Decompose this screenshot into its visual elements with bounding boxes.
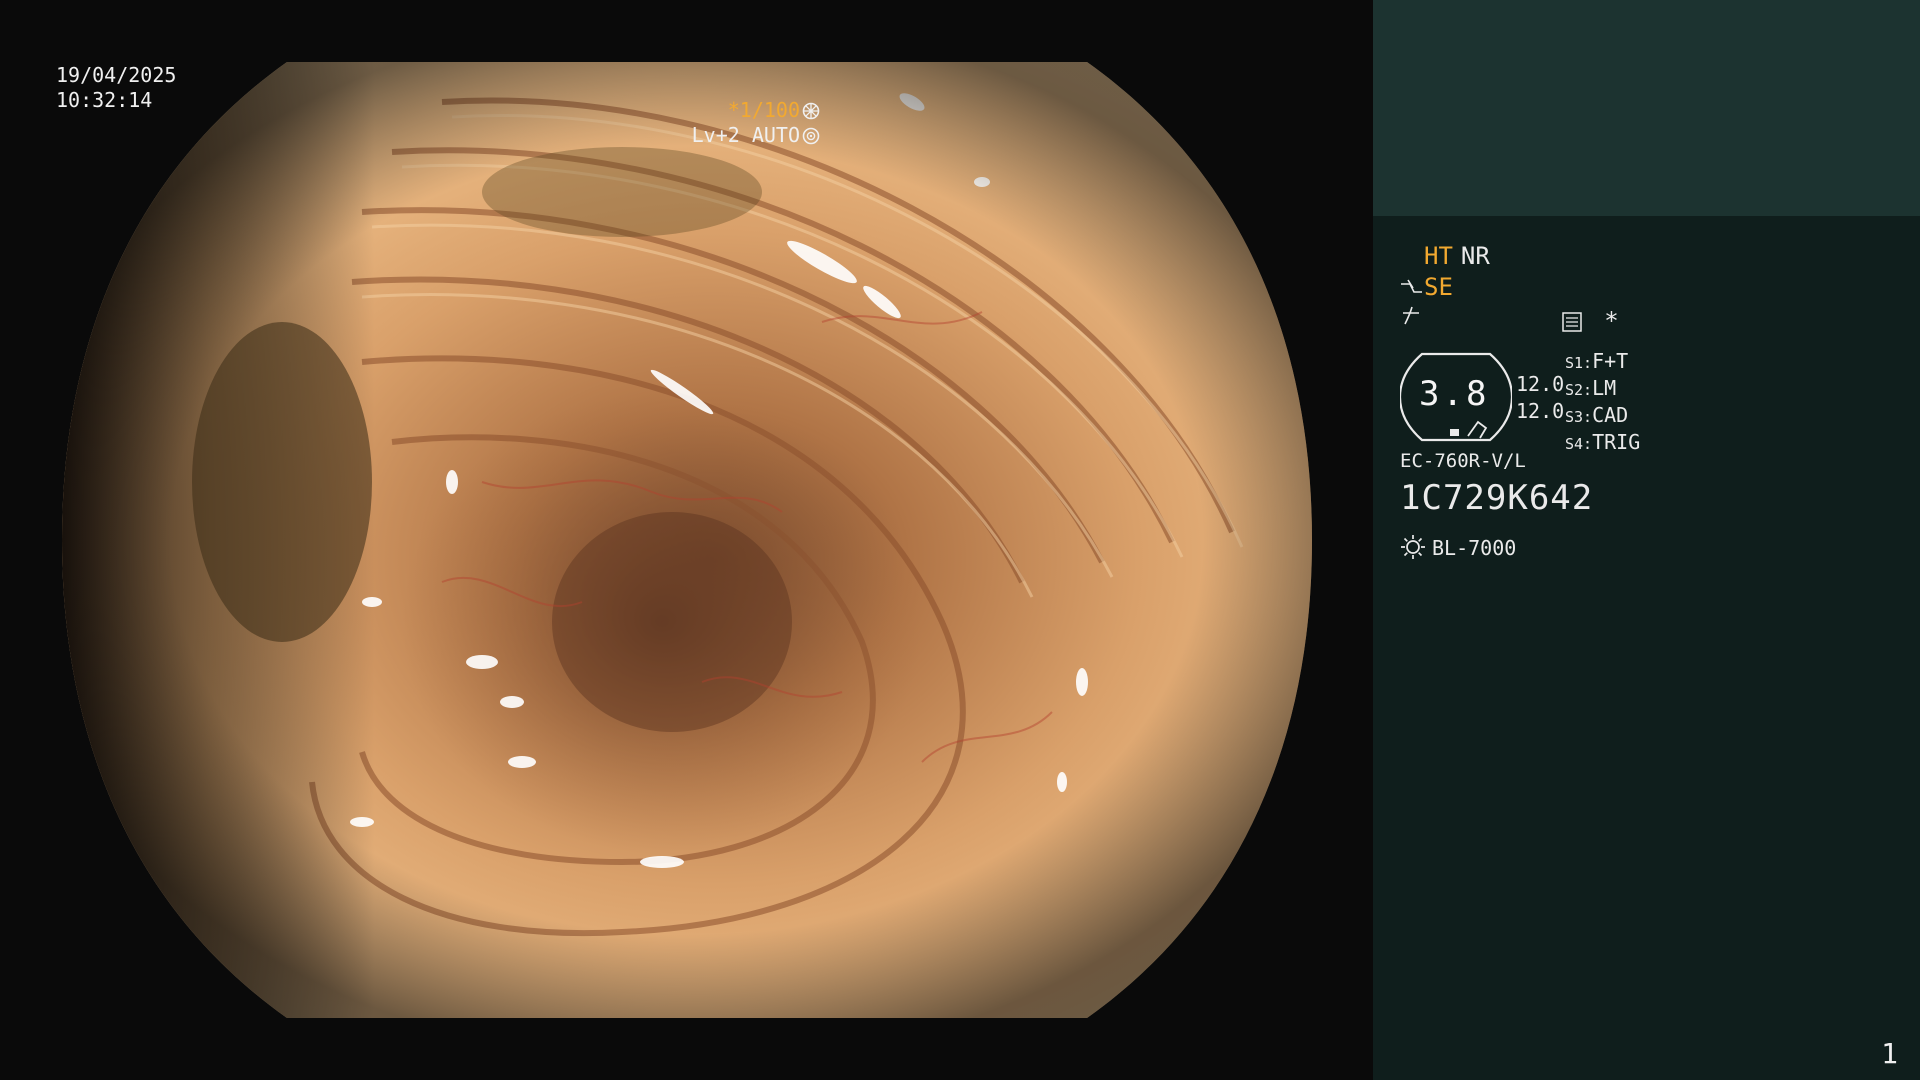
endoscope-view: 19/04/2025 10:32:14 *1/100 Lv+2 AUTO bbox=[0, 0, 1373, 1080]
edge-indicator bbox=[1400, 304, 1422, 332]
time-text: 10:32:14 bbox=[56, 88, 153, 112]
level-text: Lv+2 bbox=[691, 123, 740, 147]
edge-icon bbox=[1403, 306, 1419, 325]
enhancement-line: HT NR bbox=[1424, 242, 1490, 270]
magnification-value: 3.8 bbox=[1419, 374, 1490, 414]
switch-assignments: S1:F+T S2:LM S3:CAD S4:TRIG bbox=[1565, 349, 1640, 457]
switch-key: S1: bbox=[1565, 354, 1593, 372]
switch-key: S3: bbox=[1565, 408, 1593, 426]
scope-model: EC-760R-V/L bbox=[1400, 450, 1526, 472]
exposure-overlay: *1/100 Lv+2 AUTO bbox=[692, 98, 820, 148]
switch-value: LM bbox=[1592, 376, 1617, 400]
se-label: SE bbox=[1424, 273, 1453, 301]
switch-key: S2: bbox=[1565, 381, 1593, 399]
shutter-prefix: * bbox=[727, 98, 740, 122]
switch-key: S4: bbox=[1565, 435, 1593, 453]
scope-icon bbox=[1401, 279, 1422, 293]
menu-indicator: * bbox=[1561, 307, 1619, 335]
endoscopic-image bbox=[62, 62, 1312, 1018]
switch-row-s2: S2:LM bbox=[1565, 376, 1640, 403]
iris-icon bbox=[802, 127, 820, 145]
info-panel: HT NR SE * 3.8 12.0 12.0 S1:F+T S2:LM S3:… bbox=[1373, 0, 1920, 1080]
switch-value: TRIG bbox=[1592, 430, 1641, 454]
shutter-speed: 1/100 bbox=[739, 98, 800, 122]
switch-row-s3: S3:CAD bbox=[1565, 403, 1640, 430]
page-number: 1 bbox=[1881, 1037, 1898, 1070]
switch-value: F+T bbox=[1592, 349, 1629, 373]
light-source-model: BL-7000 bbox=[1432, 536, 1517, 560]
date-text: 19/04/2025 bbox=[56, 63, 177, 87]
mode-text: AUTO bbox=[751, 123, 800, 147]
light-source-icon bbox=[1401, 535, 1425, 559]
shutter-line: *1/100 bbox=[692, 98, 820, 123]
panel-header-block bbox=[1373, 0, 1920, 216]
nr-label: NR bbox=[1460, 242, 1490, 270]
switch-row-s1: S1:F+T bbox=[1565, 349, 1640, 376]
switch-row-s4: S4:TRIG bbox=[1565, 430, 1640, 457]
shutter-icon bbox=[802, 102, 820, 120]
level-line: Lv+2 AUTO bbox=[692, 123, 820, 148]
switch-value: CAD bbox=[1592, 403, 1629, 427]
ht-label: HT bbox=[1424, 242, 1453, 270]
parameter-value-2: 12.0 bbox=[1516, 399, 1565, 423]
date-time-overlay: 19/04/2025 10:32:14 bbox=[56, 63, 176, 113]
light-source-line: BL-7000 bbox=[1400, 534, 1516, 560]
scope-serial: 1C729K642 bbox=[1400, 478, 1594, 518]
parameter-value-1: 12.0 bbox=[1516, 372, 1565, 396]
endoscopy-screen: 19/04/2025 10:32:14 *1/100 Lv+2 AUTO HT N… bbox=[0, 0, 1920, 1080]
structure-enhancement-line: SE bbox=[1400, 273, 1453, 301]
asterisk-indicator: * bbox=[1604, 307, 1619, 335]
menu-icon bbox=[1562, 312, 1582, 332]
